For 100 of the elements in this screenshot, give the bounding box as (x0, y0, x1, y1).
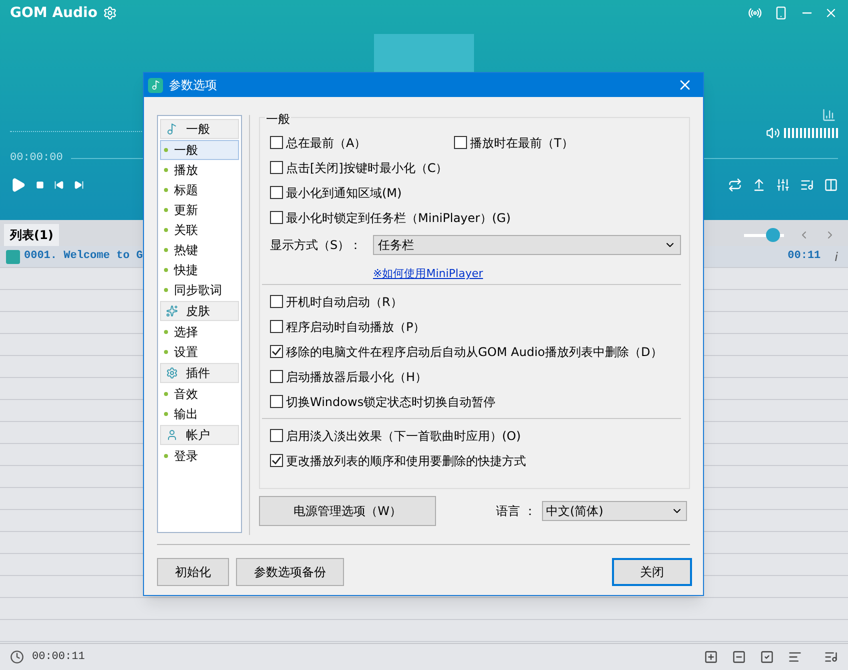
option-label: 启动播放器后最小化（H） (286, 368, 428, 386)
bullet-icon (164, 148, 168, 152)
category-item[interactable]: 标题 (160, 180, 240, 200)
bullet-icon (164, 248, 168, 252)
category-header[interactable]: 一般 (160, 119, 240, 139)
track-duration: 00:11 (788, 249, 821, 264)
bullet-icon (164, 330, 168, 334)
playlist-icon[interactable] (800, 178, 814, 192)
category-item[interactable]: 选择 (160, 322, 240, 342)
option-label: 移除的电脑文件在程序启动后自动从GOM Audio播放列表中删除（D） (286, 344, 662, 360)
checkbox[interactable] (270, 320, 283, 333)
bullet-icon (164, 188, 168, 192)
spectrum-icon (822, 108, 836, 122)
dialog-button[interactable]: 参数选项备份 (236, 558, 344, 586)
bullet-icon (164, 350, 168, 354)
list-icon[interactable] (788, 650, 802, 664)
track-title: 0001. Welcome to G (24, 249, 143, 264)
checkbox[interactable] (270, 429, 283, 442)
display-mode-select[interactable]: 任务栏 (373, 235, 681, 255)
bullet-icon (164, 168, 168, 172)
category-item[interactable]: 登录 (160, 446, 240, 466)
checkbox[interactable] (270, 454, 283, 467)
slider-thumb[interactable] (766, 228, 780, 242)
settings-icon[interactable] (103, 6, 118, 20)
category-item[interactable]: 热键 (160, 240, 240, 260)
sparkle-icon (166, 305, 178, 317)
miniplayer-help-link[interactable]: ※如何使用MiniPlayer (373, 267, 484, 280)
checkbox[interactable] (270, 395, 283, 408)
dialog-button[interactable]: 关闭 (612, 558, 692, 586)
checkbox[interactable] (270, 370, 283, 383)
repeat-icon[interactable] (728, 178, 742, 192)
category-item[interactable]: 同步歌词 (160, 280, 240, 300)
category-header[interactable]: 帐户 (160, 425, 240, 445)
person-icon (166, 429, 178, 441)
bullet-icon (164, 268, 168, 272)
elapsed-time: 00:00:00 (10, 151, 63, 166)
option-label: 启用淡入淡出效果（下一首歌曲时应用）(O) (286, 428, 521, 444)
category-item[interactable]: 播放 (160, 160, 240, 180)
language-label: 语言 ： (496, 503, 536, 520)
check-icon (271, 455, 282, 466)
broadcast-icon[interactable] (748, 6, 762, 20)
category-item[interactable]: 一般 (160, 140, 240, 160)
bullet-icon (164, 288, 168, 292)
phone-icon[interactable] (774, 6, 788, 20)
checkbox[interactable] (454, 136, 467, 149)
previous-icon[interactable] (54, 180, 64, 190)
display-mode-label: 显示方式（S）： (270, 237, 363, 254)
checkbox[interactable] (270, 186, 283, 199)
category-header[interactable]: 插件 (160, 363, 240, 383)
category-item[interactable]: 音效 (160, 384, 240, 404)
remove-icon[interactable] (732, 650, 746, 664)
select-icon[interactable] (760, 650, 774, 664)
category-item[interactable]: 设置 (160, 342, 240, 362)
bullet-icon (164, 454, 168, 458)
music-list-icon[interactable] (824, 650, 838, 664)
option-label: 最小化到通知区域(M) (286, 184, 402, 202)
checkbox[interactable] (270, 211, 283, 224)
bullet-icon (164, 392, 168, 396)
language-select[interactable]: 中文(简体) (542, 501, 687, 521)
add-icon[interactable] (704, 650, 718, 664)
zoom-slider[interactable] (744, 228, 784, 242)
info-symbol[interactable]: i (834, 248, 838, 266)
layout-icon[interactable] (824, 178, 838, 192)
playlist-tab[interactable]: 列表(1) (4, 224, 60, 246)
volume-icon[interactable] (766, 126, 780, 140)
note-icon (166, 123, 178, 135)
option-label: 开机时自动启动（R） (286, 294, 402, 310)
dialog-button[interactable]: 初始化 (157, 558, 229, 586)
clock-icon (10, 650, 24, 664)
close-icon[interactable] (824, 6, 838, 20)
category-item[interactable]: 关联 (160, 220, 240, 240)
app-logo-icon (148, 78, 163, 92)
checkbox[interactable] (270, 136, 283, 149)
eject-icon[interactable] (752, 178, 766, 192)
option-label: 总在最前（A） (286, 134, 366, 152)
bullet-icon (164, 208, 168, 212)
category-item[interactable]: 更新 (160, 200, 240, 220)
option-label: 切换Windows锁定状态时切换自动暂停 (286, 394, 496, 410)
checkbox[interactable] (270, 295, 283, 308)
option-label: 程序启动时自动播放（P） (286, 318, 426, 336)
play-icon[interactable] (10, 176, 26, 192)
volume-meter[interactable] (784, 128, 838, 138)
dialog-title: 参数选项 (169, 77, 217, 94)
category-header[interactable]: 皮肤 (160, 301, 240, 321)
option-label: 播放时在最前（T） (470, 134, 574, 152)
mp3-file-icon (6, 250, 20, 264)
category-item[interactable]: 输出 (160, 404, 240, 424)
bullet-icon (164, 412, 168, 416)
checkbox[interactable] (270, 161, 283, 174)
gear-icon (166, 367, 178, 379)
power-options-button[interactable]: 电源管理选项（W） (259, 496, 436, 526)
checkbox[interactable] (270, 345, 283, 358)
stop-icon[interactable] (36, 180, 44, 188)
category-item[interactable]: 快捷 (160, 260, 240, 280)
option-label: 最小化时锁定到任务栏（MiniPlayer）(G) (286, 210, 511, 226)
equalizer-icon[interactable] (776, 178, 790, 192)
next-icon[interactable] (74, 180, 84, 190)
option-label: 点击[关闭]按键时最小化（C） (286, 160, 448, 176)
total-time: 00:00:11 (32, 650, 85, 665)
check-icon (271, 346, 282, 357)
